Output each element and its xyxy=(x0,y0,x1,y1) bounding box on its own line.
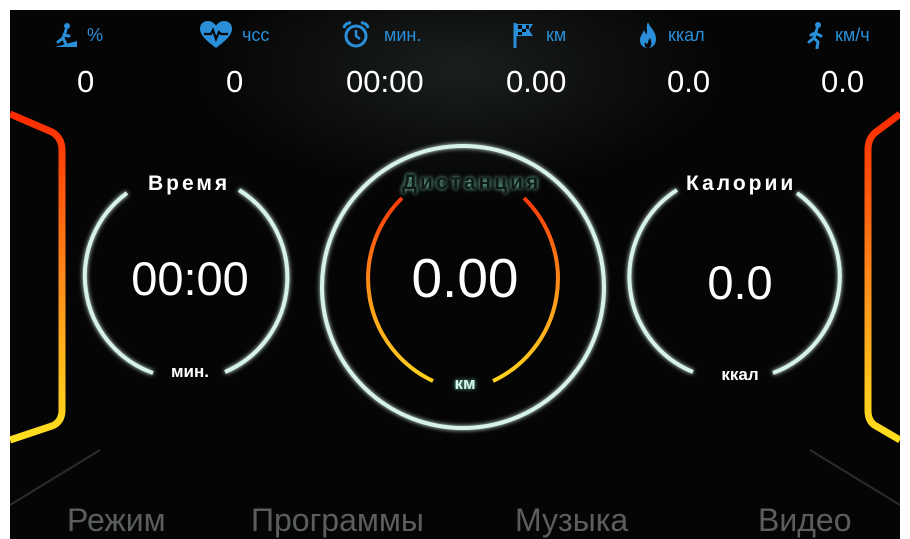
alarm-clock-icon xyxy=(342,21,370,48)
calories-gauge-title: Калории xyxy=(686,172,797,195)
left-floor-line xyxy=(10,449,101,506)
stat-value: 0 xyxy=(226,64,244,99)
stat-time: мин. 00:00 xyxy=(342,21,492,100)
time-gauge-unit: мин. xyxy=(170,362,210,381)
time-gauge-value: 00:00 xyxy=(131,252,249,305)
incline-icon xyxy=(55,23,77,47)
time-gauge-title: Время xyxy=(148,172,231,195)
heart-rate-icon xyxy=(200,21,232,48)
nav-music-button[interactable]: Музыка xyxy=(515,502,628,539)
calories-gauge-unit: ккал xyxy=(721,365,759,384)
stat-value: 0 xyxy=(77,64,95,99)
right-side-bar xyxy=(864,111,900,444)
treadmill-console-screen: % 0 чсс 0 мин. 00:00 км 0.00 ккал 0.0 км… xyxy=(10,10,900,539)
flame-icon xyxy=(640,22,656,48)
stat-value: 00:00 xyxy=(346,64,424,99)
stat-unit: км xyxy=(546,24,567,45)
stat-unit: ккал xyxy=(668,24,705,45)
nav-mode-button[interactable]: Режим xyxy=(67,502,166,539)
stat-speed: км/ч 0.0 xyxy=(805,22,900,100)
runner-icon xyxy=(807,22,823,49)
stat-value: 0.0 xyxy=(667,64,711,99)
stat-unit: чсс xyxy=(242,24,270,45)
calories-gauge-value: 0.0 xyxy=(707,256,773,309)
stat-unit: км/ч xyxy=(835,24,870,45)
stat-unit: мин. xyxy=(384,24,422,45)
stat-heart-rate: чсс 0 xyxy=(200,21,350,100)
nav-video-button[interactable]: Видео xyxy=(758,502,851,539)
nav-programs-button[interactable]: Программы xyxy=(251,502,424,539)
distance-gauge-unit: км xyxy=(454,374,476,393)
distance-gauge-title: Дистанция xyxy=(402,171,542,194)
stat-unit: % xyxy=(87,24,104,45)
stat-value: 0.0 xyxy=(821,64,865,99)
distance-gauge-value: 0.00 xyxy=(411,247,519,309)
stat-calories: ккал 0.0 xyxy=(638,22,788,100)
left-side-bar xyxy=(10,110,66,444)
right-floor-line xyxy=(809,449,900,506)
finish-flag-icon xyxy=(513,23,533,48)
stat-incline: % 0 xyxy=(55,22,205,100)
